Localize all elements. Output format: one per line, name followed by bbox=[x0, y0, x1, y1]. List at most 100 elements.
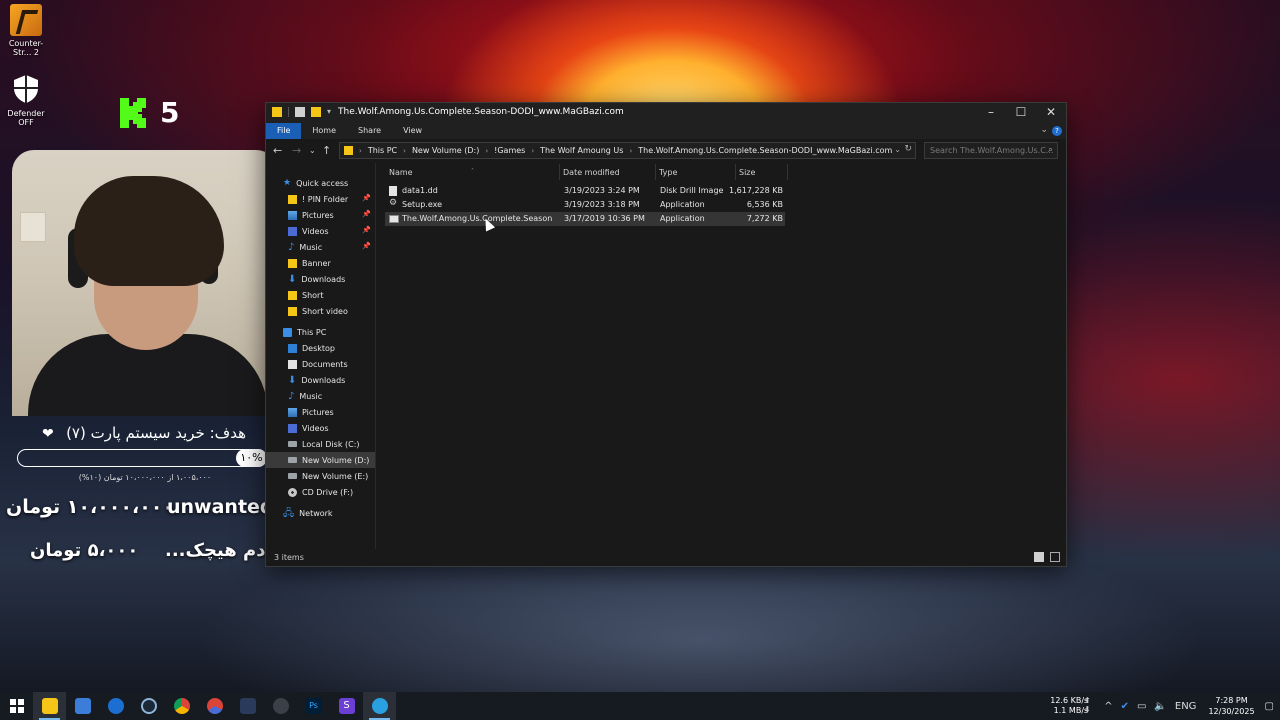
tab-share[interactable]: Share bbox=[347, 123, 392, 139]
nav-item[interactable]: ! PIN Folder 📌 bbox=[266, 191, 375, 207]
desktop-icon-defender-off[interactable]: Defender OFF bbox=[0, 74, 52, 127]
volume-icon[interactable]: 🔈 bbox=[1154, 701, 1166, 712]
refresh-icon[interactable]: ↻ bbox=[904, 144, 912, 154]
kick-viewer-count: 5 bbox=[160, 96, 180, 129]
help-icon[interactable]: ? bbox=[1052, 126, 1062, 136]
taskbar-app[interactable] bbox=[363, 692, 396, 720]
column-size[interactable]: Size bbox=[739, 168, 755, 177]
breadcrumb-item[interactable]: The.Wolf.Among.Us.Complete.Season-DODI_w… bbox=[638, 146, 892, 155]
documents-icon bbox=[288, 359, 297, 369]
file-row[interactable]: data1.dd 3/19/2023 3:24 PM Disk Drill Im… bbox=[385, 184, 785, 198]
nav-item[interactable]: Short video bbox=[266, 303, 375, 319]
recent-locations-icon[interactable]: ⌄ bbox=[309, 146, 316, 155]
nav-item[interactable]: Short bbox=[266, 287, 375, 303]
title-bar[interactable]: ▾ The.Wolf.Among.Us.Complete.Season-DODI… bbox=[266, 103, 1066, 123]
file-row[interactable]: ⚙ Setup.exe 3/19/2023 3:18 PM Applicatio… bbox=[385, 198, 785, 212]
taskbar-app[interactable] bbox=[264, 692, 297, 720]
nav-item[interactable]: CD Drive (F:) bbox=[266, 484, 375, 500]
pictures-icon bbox=[288, 407, 297, 417]
file-row-hovered[interactable]: The.Wolf.Among.Us.Complete.Season-D... 3… bbox=[385, 212, 785, 226]
column-name[interactable]: Name bbox=[389, 168, 413, 177]
tab-file[interactable]: File bbox=[266, 123, 302, 139]
nav-item-selected[interactable]: New Volume (D:) bbox=[266, 452, 375, 468]
network-arrows-icon: ⬆ ⬇ bbox=[1084, 696, 1091, 714]
network-icon[interactable]: ▭ bbox=[1137, 701, 1146, 712]
nav-item[interactable]: ⬇ Downloads bbox=[266, 271, 375, 287]
tray-app-icon[interactable]: ✔ bbox=[1121, 701, 1129, 712]
nav-item[interactable]: ♪ Music bbox=[266, 388, 375, 404]
back-icon[interactable]: ← bbox=[273, 144, 282, 157]
new-folder-icon[interactable] bbox=[311, 107, 321, 117]
file-list: ˄ Name Date modified Type Size data1.dd … bbox=[376, 163, 1066, 550]
nav-item[interactable]: Documents bbox=[266, 356, 375, 372]
music-icon: ♪ bbox=[288, 390, 295, 402]
address-dropdown-icon[interactable]: ⌄ bbox=[894, 145, 901, 154]
taskbar-chrome[interactable] bbox=[165, 692, 198, 720]
up-icon[interactable]: ↑ bbox=[322, 144, 331, 157]
nav-item[interactable]: Pictures bbox=[266, 404, 375, 420]
taskbar-chrome-profile[interactable] bbox=[198, 692, 231, 720]
taskbar-file-explorer[interactable] bbox=[33, 692, 66, 720]
drive-icon bbox=[288, 473, 297, 479]
donation-goal-percent: ۱۰% bbox=[236, 449, 267, 467]
taskbar-calculator[interactable] bbox=[66, 692, 99, 720]
nav-item[interactable]: Videos 📌 bbox=[266, 223, 375, 239]
large-icons-view-icon[interactable] bbox=[1050, 552, 1060, 562]
donation-name: آدم هیچک... bbox=[165, 540, 272, 561]
nav-item[interactable]: New Volume (E:) bbox=[266, 468, 375, 484]
expand-ribbon-icon[interactable]: ⌄ bbox=[1040, 125, 1048, 135]
pictures-icon bbox=[288, 210, 297, 220]
nav-item[interactable]: Videos bbox=[266, 420, 375, 436]
nav-item[interactable]: ⬇ Downloads bbox=[266, 372, 375, 388]
desktop-icon-label: Counter-Str... 2 bbox=[8, 39, 44, 57]
nav-item[interactable]: Pictures 📌 bbox=[266, 207, 375, 223]
status-bar: 3 items bbox=[266, 549, 1066, 566]
taskbar-app[interactable] bbox=[99, 692, 132, 720]
taskbar-photoshop[interactable]: Ps bbox=[297, 692, 330, 720]
search-input[interactable]: Search The.Wolf.Among.Us.C... ⌕ bbox=[924, 142, 1058, 159]
taskbar-app[interactable] bbox=[231, 692, 264, 720]
videos-icon bbox=[288, 226, 297, 236]
nav-item[interactable]: Local Disk (C:) bbox=[266, 436, 375, 452]
nav-quick-access[interactable]: ★ Quick access bbox=[266, 175, 375, 191]
chevron-up-icon[interactable]: ^ bbox=[1104, 701, 1112, 712]
start-button[interactable] bbox=[0, 692, 33, 720]
taskbar-steam[interactable] bbox=[132, 692, 165, 720]
address-bar[interactable]: › This PC › New Volume (D:) › !Games › T… bbox=[339, 142, 916, 159]
customize-toolbar-icon[interactable]: ▾ bbox=[327, 107, 331, 117]
kick-logo-icon bbox=[120, 98, 146, 128]
column-type[interactable]: Type bbox=[659, 168, 677, 177]
computer-icon bbox=[283, 327, 292, 337]
file-icon bbox=[389, 186, 397, 196]
tab-home[interactable]: Home bbox=[301, 123, 347, 139]
application-icon bbox=[389, 215, 399, 223]
breadcrumb-item[interactable]: The Wolf Amoung Us bbox=[540, 146, 623, 155]
clock[interactable]: 7:28 PM 12/30/2025 bbox=[1208, 695, 1254, 717]
desktop-icon-counter-strike[interactable]: Counter-Str... 2 bbox=[0, 4, 52, 57]
webcam-feed bbox=[12, 150, 278, 416]
pin-icon: 📌 bbox=[362, 210, 371, 218]
maximize-button[interactable]: ☐ bbox=[1006, 103, 1036, 123]
language-indicator[interactable]: ENG bbox=[1175, 701, 1197, 712]
column-date-modified[interactable]: Date modified bbox=[563, 168, 620, 177]
chrome-icon bbox=[206, 698, 223, 714]
breadcrumb-item[interactable]: !Games bbox=[494, 146, 525, 155]
close-button[interactable]: ✕ bbox=[1036, 103, 1066, 123]
breadcrumb-item[interactable]: This PC bbox=[368, 146, 397, 155]
file-explorer-window: ▾ The.Wolf.Among.Us.Complete.Season-DODI… bbox=[265, 102, 1067, 567]
properties-icon[interactable] bbox=[295, 107, 305, 117]
notifications-icon[interactable]: ▢ bbox=[1265, 701, 1274, 712]
minimize-button[interactable]: – bbox=[976, 103, 1006, 123]
nav-this-pc[interactable]: This PC bbox=[266, 324, 375, 340]
tab-view[interactable]: View bbox=[392, 123, 433, 139]
nav-network[interactable]: 🖧 Network bbox=[266, 505, 375, 521]
nav-item[interactable]: Banner bbox=[266, 255, 375, 271]
taskbar-app[interactable]: S bbox=[330, 692, 363, 720]
forward-icon[interactable]: → bbox=[292, 144, 301, 157]
nav-item[interactable]: Desktop bbox=[266, 340, 375, 356]
donation-goal-bar bbox=[17, 449, 267, 467]
breadcrumb-item[interactable]: New Volume (D:) bbox=[412, 146, 479, 155]
nav-item[interactable]: ♪ Music 📌 bbox=[266, 239, 375, 255]
windows-icon bbox=[9, 699, 24, 713]
details-view-icon[interactable] bbox=[1034, 552, 1044, 562]
